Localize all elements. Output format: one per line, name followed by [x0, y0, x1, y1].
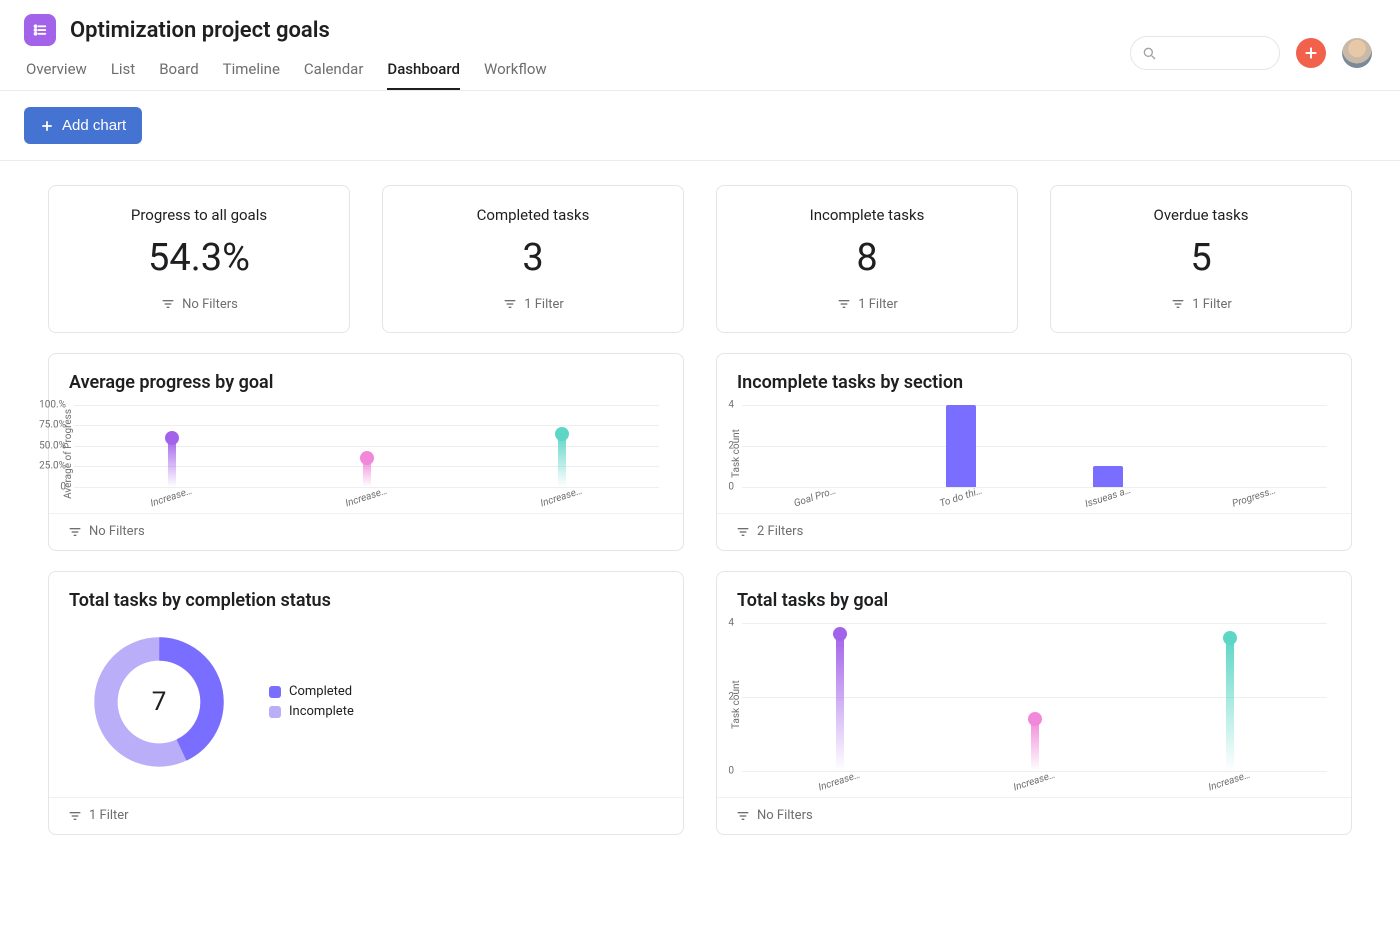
stat-filter[interactable]: 1 Filter — [836, 296, 898, 312]
tab-dashboard[interactable]: Dashboard — [387, 60, 460, 90]
chart-footer[interactable]: No Filters — [49, 513, 683, 550]
legend-item: Incomplete — [269, 704, 354, 719]
chart-plot-area: 025.0%50.0%75.0%100.% — [74, 405, 659, 488]
tab-calendar[interactable]: Calendar — [304, 60, 364, 90]
x-axis-labels: Increase…Increase…Increase… — [74, 488, 659, 503]
stat-card[interactable]: Incomplete tasks 8 1 Filter — [716, 185, 1018, 333]
y-axis-label: Task count — [731, 623, 742, 787]
chart-title: Total tasks by goal — [717, 572, 1351, 617]
filter-icon — [67, 808, 83, 824]
chart-plot-area: 024 — [742, 405, 1327, 488]
donut-chart: 7 — [89, 632, 229, 772]
add-chart-label: Add chart — [62, 117, 126, 134]
tab-overview[interactable]: Overview — [26, 60, 87, 90]
add-chart-button[interactable]: Add chart — [24, 107, 142, 144]
stat-filter[interactable]: 1 Filter — [502, 296, 564, 312]
search-input[interactable] — [1130, 36, 1280, 70]
stat-value: 8 — [856, 236, 877, 280]
x-axis-labels: Goal Pro…To do thi…Issueas a…Progress… — [742, 488, 1327, 503]
chart-footer[interactable]: 2 Filters — [717, 513, 1351, 550]
chart-footer[interactable]: No Filters — [717, 797, 1351, 834]
chart-title: Incomplete tasks by section — [717, 354, 1351, 399]
chart-title: Total tasks by completion status — [49, 572, 683, 617]
stat-title: Completed tasks — [477, 206, 590, 224]
stat-title: Incomplete tasks — [810, 206, 925, 224]
stat-filter[interactable]: 1 Filter — [1170, 296, 1232, 312]
plus-icon — [1303, 45, 1319, 61]
tab-bar: Overview List Board Timeline Calendar Dashboa… — [24, 60, 1130, 90]
chart-tasks-by-goal[interactable]: Total tasks by goal Task count 024 Incre… — [716, 571, 1352, 835]
chart-completion-status[interactable]: Total tasks by completion status 7 Compl… — [48, 571, 684, 835]
chart-footer[interactable]: 1 Filter — [49, 797, 683, 834]
user-avatar[interactable] — [1342, 38, 1372, 68]
tab-board[interactable]: Board — [159, 60, 198, 90]
stat-title: Overdue tasks — [1154, 206, 1249, 224]
stat-value: 3 — [522, 236, 543, 280]
stat-card-row: Progress to all goals 54.3% No Filters Comp… — [48, 185, 1352, 333]
tab-timeline[interactable]: Timeline — [223, 60, 280, 90]
stat-value: 5 — [1190, 236, 1211, 280]
stat-card[interactable]: Completed tasks 3 1 Filter — [382, 185, 684, 333]
app-header: Optimization project goals Overview List B… — [0, 0, 1400, 91]
stat-value: 54.3% — [148, 236, 250, 280]
chart-legend: Completed Incomplete — [269, 679, 354, 724]
plus-icon — [40, 119, 54, 133]
dashboard-content: Progress to all goals 54.3% No Filters Comp… — [0, 161, 1400, 879]
tab-workflow[interactable]: Workflow — [484, 60, 547, 90]
stat-card[interactable]: Overdue tasks 5 1 Filter — [1050, 185, 1352, 333]
filter-label: 2 Filters — [757, 524, 803, 539]
chart-incomplete-by-section[interactable]: Incomplete tasks by section Task count 0… — [716, 353, 1352, 551]
dashboard-toolbar: Add chart — [0, 91, 1400, 161]
chart-title: Average progress by goal — [49, 354, 683, 399]
global-add-button[interactable] — [1296, 38, 1326, 68]
chart-avg-progress[interactable]: Average progress by goal Average of Prog… — [48, 353, 684, 551]
donut-center-value: 7 — [89, 632, 229, 772]
chart-plot-area: 024 — [742, 623, 1327, 772]
stat-title: Progress to all goals — [131, 206, 267, 224]
filter-label: 1 Filter — [89, 808, 129, 823]
stat-card[interactable]: Progress to all goals 54.3% No Filters — [48, 185, 350, 333]
legend-item: Completed — [269, 684, 354, 699]
project-title: Optimization project goals — [70, 18, 330, 43]
stat-filter[interactable]: No Filters — [160, 296, 238, 312]
tab-list[interactable]: List — [111, 60, 135, 90]
filter-icon — [735, 524, 751, 540]
x-axis-labels: Increase…Increase…Increase… — [742, 772, 1327, 787]
search-icon — [1141, 45, 1157, 61]
project-icon — [24, 14, 56, 46]
